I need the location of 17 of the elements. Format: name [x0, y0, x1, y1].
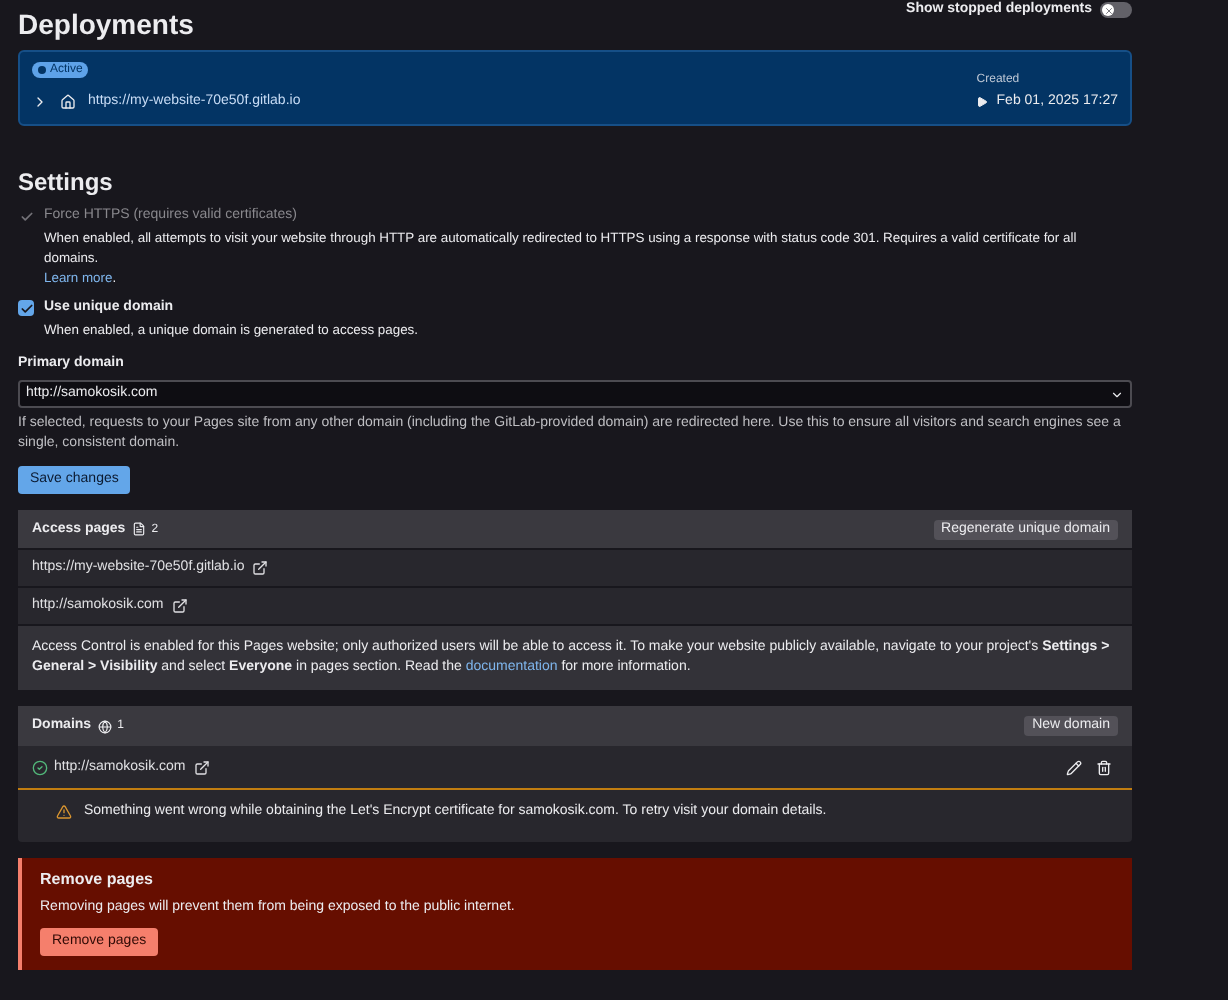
toggle-switch[interactable]: [1100, 2, 1132, 18]
page-title: Deployments: [18, 6, 194, 42]
card-title: Remove pages: [40, 870, 155, 890]
checkbox[interactable]: [18, 300, 34, 316]
globe-icon: [97, 719, 112, 733]
chevron-down-icon: [1110, 387, 1124, 401]
external-link-icon: [171, 598, 188, 614]
external-link-icon: [193, 759, 210, 775]
play-icon[interactable]: [976, 96, 989, 108]
warning-icon: [56, 804, 72, 820]
external-link-icon: [252, 560, 269, 576]
edit-icon[interactable]: [1066, 759, 1082, 775]
section-title: Settings: [18, 166, 115, 198]
file-icon: [131, 522, 146, 536]
delete-icon[interactable]: [1096, 759, 1112, 775]
expand-icon[interactable]: [32, 94, 48, 110]
home-icon: [60, 94, 76, 110]
